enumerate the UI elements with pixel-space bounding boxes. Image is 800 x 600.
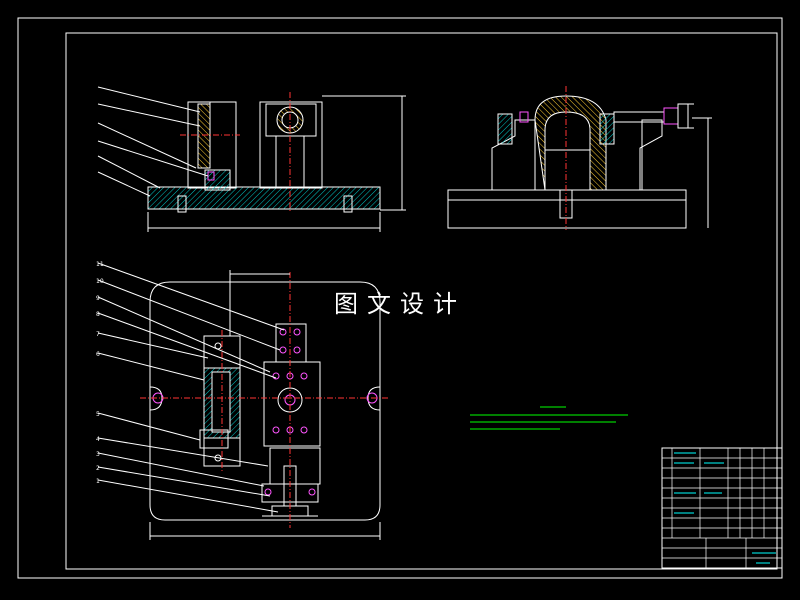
cad-drawing: 11 10 9 8 7 6 5 4 3 2 1 bbox=[17, 17, 783, 579]
top-view bbox=[97, 262, 390, 540]
balloon-label: 9 bbox=[96, 295, 100, 302]
title-block bbox=[661, 447, 783, 569]
balloon-label: 4 bbox=[96, 436, 100, 443]
balloon-label: 5 bbox=[96, 411, 100, 418]
balloon-label: 10 bbox=[96, 278, 104, 285]
drawing-frame bbox=[17, 17, 783, 579]
side-view-base bbox=[447, 189, 687, 229]
side-view bbox=[447, 86, 712, 230]
balloon-label: 7 bbox=[96, 331, 100, 338]
front-view bbox=[97, 86, 406, 232]
balloon-label: 6 bbox=[96, 351, 100, 358]
balloon-label: 2 bbox=[96, 465, 100, 472]
balloon-label: 11 bbox=[96, 261, 104, 268]
balloon-label: 8 bbox=[96, 311, 100, 318]
balloon-label: 3 bbox=[96, 451, 100, 458]
balloon-label: 1 bbox=[96, 478, 100, 485]
technical-notes bbox=[470, 406, 628, 430]
front-view-base-plate bbox=[147, 186, 381, 210]
